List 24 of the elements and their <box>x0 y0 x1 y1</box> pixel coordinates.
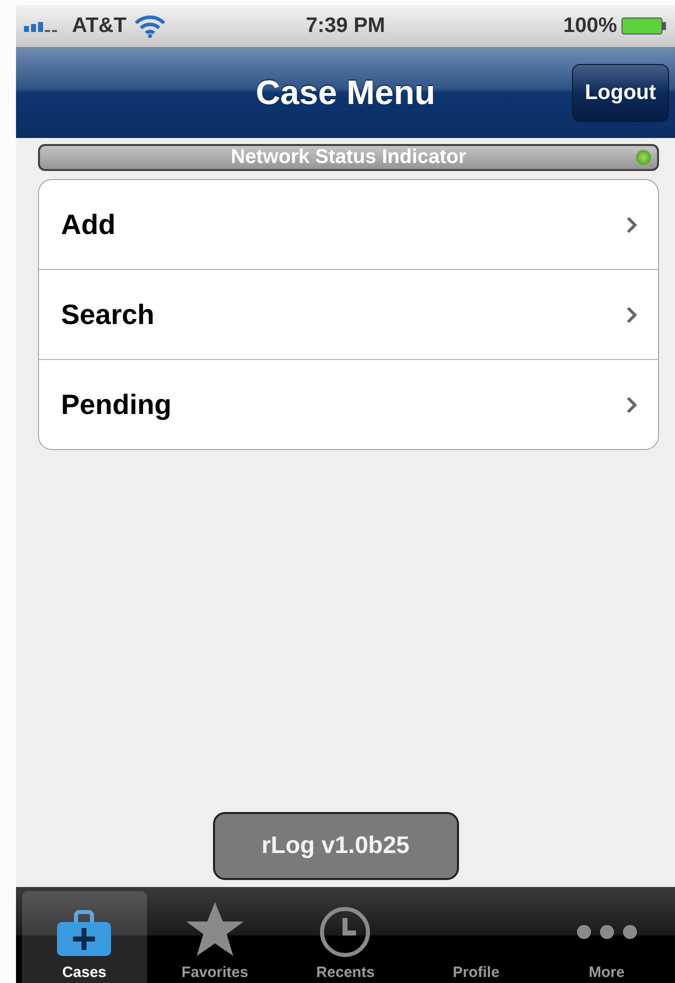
logout-button[interactable]: Logout <box>572 64 669 122</box>
tab[interactable]: Cases <box>22 891 147 983</box>
tab[interactable]: Profile <box>414 891 538 983</box>
more-icon <box>576 924 638 940</box>
briefcase-icon <box>55 910 114 958</box>
battery-percent: 100% <box>563 14 617 38</box>
menu-item[interactable]: Add <box>39 180 658 269</box>
tab[interactable]: Favorites <box>152 891 278 983</box>
tab[interactable]: Recents <box>283 891 408 983</box>
carrier-name: AT&T <box>72 14 126 38</box>
clock-icon <box>319 906 372 958</box>
star-icon <box>184 902 245 958</box>
menu-item[interactable]: Pending <box>39 359 658 449</box>
screen-title: Case Menu <box>256 74 436 112</box>
chevron-icon <box>626 306 638 324</box>
wifi-icon <box>134 14 166 38</box>
chevron-icon <box>626 216 638 234</box>
chevron-icon <box>626 396 638 414</box>
network-status-label: Network Status Indicator <box>230 146 466 169</box>
status-time: 7:39 PM <box>306 14 386 38</box>
version-button[interactable]: rLog v1.0b25 <box>212 812 458 880</box>
battery-icon <box>621 17 667 35</box>
menu-item[interactable]: Search <box>39 269 658 359</box>
tab[interactable]: More <box>544 891 669 983</box>
